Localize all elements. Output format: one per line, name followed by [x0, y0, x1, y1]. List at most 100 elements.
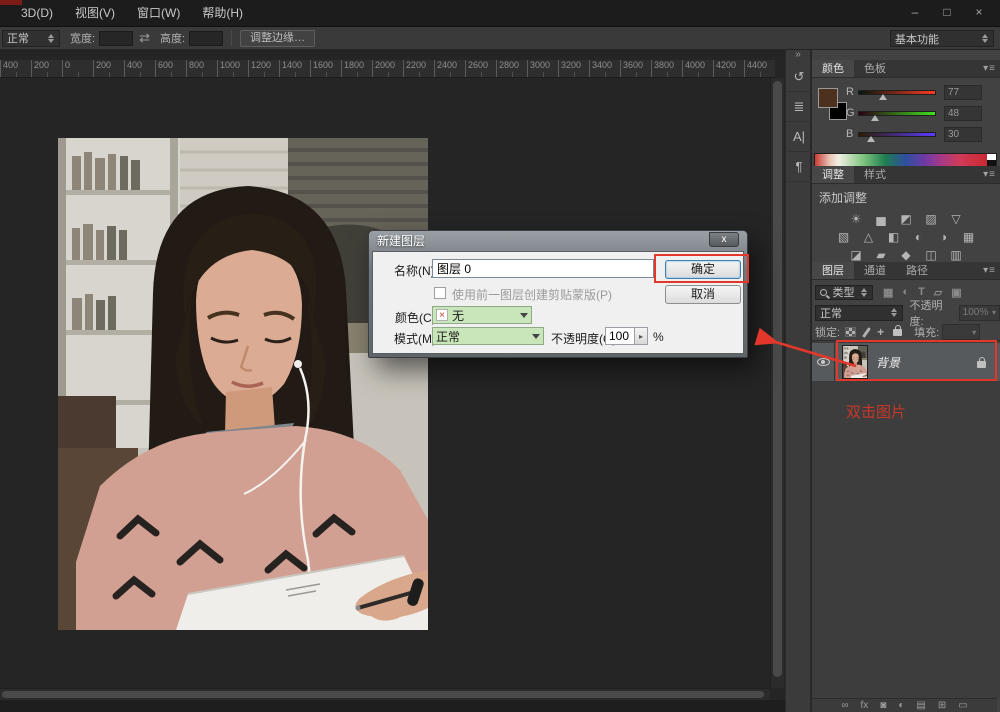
- adjustment-icon[interactable]: ◐: [910, 230, 928, 245]
- adjustment-icon[interactable]: ☀: [847, 212, 865, 227]
- background-layer-row[interactable]: 背景: [812, 343, 1000, 381]
- visibility-cell[interactable]: [812, 343, 835, 381]
- eye-icon[interactable]: [817, 358, 830, 366]
- maximize-button[interactable]: □: [934, 4, 960, 21]
- lock-paint-icon[interactable]: [862, 327, 871, 338]
- horizontal-scrollbar-thumb[interactable]: [2, 691, 764, 698]
- blue-value-input[interactable]: 30: [944, 127, 982, 142]
- layer-filter-select[interactable]: 类型: [815, 285, 873, 300]
- horizontal-scrollbar[interactable]: [0, 688, 770, 700]
- panel-dock-icon[interactable]: A|: [786, 122, 812, 152]
- layers-footer-icon[interactable]: ⊞: [938, 699, 946, 712]
- tab-adjustments[interactable]: 调整: [812, 166, 854, 183]
- adjustment-icon[interactable]: ◑: [935, 230, 953, 245]
- horizontal-ruler: 4002000200400600800100012001400160018002…: [0, 60, 775, 78]
- vertical-scrollbar[interactable]: [770, 78, 784, 688]
- fill-value[interactable]: ▾: [942, 324, 980, 340]
- blend-mode-dialog-select[interactable]: 正常: [432, 327, 544, 345]
- width-input[interactable]: [99, 31, 133, 46]
- adjustment-icon[interactable]: ◫: [922, 248, 940, 263]
- layer-name-input[interactable]: [432, 259, 654, 278]
- layers-footer-icon[interactable]: ▤: [916, 699, 925, 712]
- panel-dock-icon[interactable]: ≣: [786, 92, 812, 122]
- adjustment-icon[interactable]: ▨: [922, 212, 940, 227]
- adjustment-icon[interactable]: ◧: [885, 230, 903, 245]
- layer-name[interactable]: 背景: [876, 354, 900, 371]
- green-value-input[interactable]: 48: [944, 106, 982, 121]
- foreground-color-swatch[interactable]: [818, 88, 838, 108]
- red-slider-track[interactable]: [858, 90, 936, 95]
- tab-layers[interactable]: 图层: [812, 262, 854, 279]
- adjustment-icon[interactable]: △: [860, 230, 878, 245]
- dialog-title: 新建图层: [377, 231, 425, 251]
- panel-menu-icon[interactable]: ▾≡: [983, 169, 996, 180]
- color-panel: 颜色 色板 ▾≡ R 77 G 48 B 30: [812, 60, 1000, 163]
- opacity-value[interactable]: 100%▾: [959, 305, 1000, 321]
- ruler-tick: 200: [93, 60, 124, 77]
- dialog-opacity-input[interactable]: [605, 327, 635, 345]
- height-input[interactable]: [189, 31, 223, 46]
- slider-handle[interactable]: [879, 94, 887, 100]
- opacity-spinner[interactable]: ▸: [635, 327, 648, 345]
- layers-panel-footer: ∞ fx ◙ ◐ ▤ ⊞ ▭: [812, 698, 997, 712]
- adjustment-icon[interactable]: ▅: [872, 212, 890, 227]
- panel-dock-icon[interactable]: ¶: [786, 152, 812, 182]
- expand-panels-icon[interactable]: »: [786, 50, 810, 62]
- lock-position-icon[interactable]: +: [877, 327, 884, 337]
- vertical-scrollbar-thumb[interactable]: [773, 81, 782, 677]
- layers-footer-icon[interactable]: ◐: [898, 699, 904, 712]
- panel-menu-icon[interactable]: ▾≡: [983, 63, 996, 74]
- minimize-button[interactable]: –: [902, 4, 928, 21]
- layer-filter-icon[interactable]: ◐: [902, 286, 909, 299]
- adjustment-icon[interactable]: ◆: [897, 248, 915, 263]
- ruler-tick: 0: [62, 60, 93, 77]
- layer-filter-icon[interactable]: ▦: [883, 286, 893, 299]
- adjustment-icon[interactable]: ▽: [947, 212, 965, 227]
- swap-dimensions-icon[interactable]: ⇄: [139, 30, 150, 46]
- layers-footer-icon[interactable]: ▭: [958, 699, 967, 712]
- percent-label: %: [653, 330, 664, 344]
- document-image[interactable]: [58, 138, 428, 630]
- layers-footer-icon[interactable]: ∞: [841, 699, 848, 712]
- adjustment-icon[interactable]: ▦: [960, 230, 978, 245]
- layer-color-select[interactable]: × 无: [432, 306, 532, 324]
- slider-handle[interactable]: [867, 136, 875, 142]
- refine-edge-button[interactable]: 调整边缘…: [240, 30, 315, 47]
- layer-list: 背景 双击图片: [812, 340, 1000, 698]
- menu-item[interactable]: 帮助(H): [191, 0, 254, 27]
- panel-dock-icon[interactable]: ↺: [786, 62, 812, 92]
- lock-transparency-icon[interactable]: [845, 327, 856, 337]
- menu-item[interactable]: 窗口(W): [126, 0, 191, 27]
- tab-color[interactable]: 颜色: [812, 60, 854, 77]
- cancel-button[interactable]: 取消: [665, 285, 741, 304]
- adjustment-icon[interactable]: ◩: [897, 212, 915, 227]
- tab-swatches[interactable]: 色板: [854, 60, 896, 77]
- adjustment-icon[interactable]: ◪: [847, 248, 865, 263]
- clipping-mask-checkbox[interactable]: [434, 287, 446, 299]
- tab-styles[interactable]: 样式: [854, 166, 896, 183]
- tab-paths[interactable]: 路径: [896, 262, 938, 279]
- workspace-select[interactable]: 基本功能: [890, 30, 994, 47]
- slider-handle[interactable]: [871, 115, 879, 121]
- green-slider-track[interactable]: [858, 111, 936, 116]
- menu-item[interactable]: 3D(D): [10, 0, 64, 27]
- ok-button[interactable]: 确定: [665, 260, 741, 279]
- red-value-input[interactable]: 77: [944, 85, 982, 100]
- ruler-tick: 600: [155, 60, 186, 77]
- layer-thumbnail[interactable]: [842, 345, 868, 379]
- adjustment-icon[interactable]: ▧: [835, 230, 853, 245]
- layers-footer-icon[interactable]: fx: [860, 699, 868, 712]
- blue-slider-track[interactable]: [858, 132, 936, 137]
- dialog-close-button[interactable]: x: [709, 232, 739, 247]
- lock-all-icon[interactable]: [893, 329, 902, 336]
- new-layer-dialog: 新建图层 x 名称(N): 确定 使用前一图层创建剪贴蒙版(P) 取消 颜色(C…: [368, 230, 748, 358]
- style-select[interactable]: 正常: [2, 30, 60, 47]
- menu-item[interactable]: 视图(V): [64, 0, 126, 27]
- adjustment-icon[interactable]: ▥: [947, 248, 965, 263]
- tab-channels[interactable]: 通道: [854, 262, 896, 279]
- panel-menu-icon[interactable]: ▾≡: [983, 265, 996, 276]
- close-button[interactable]: ×: [966, 4, 992, 21]
- adjustment-icon[interactable]: ▰: [872, 248, 890, 263]
- blend-mode-select[interactable]: 正常: [815, 305, 903, 321]
- layers-footer-icon[interactable]: ◙: [880, 699, 886, 712]
